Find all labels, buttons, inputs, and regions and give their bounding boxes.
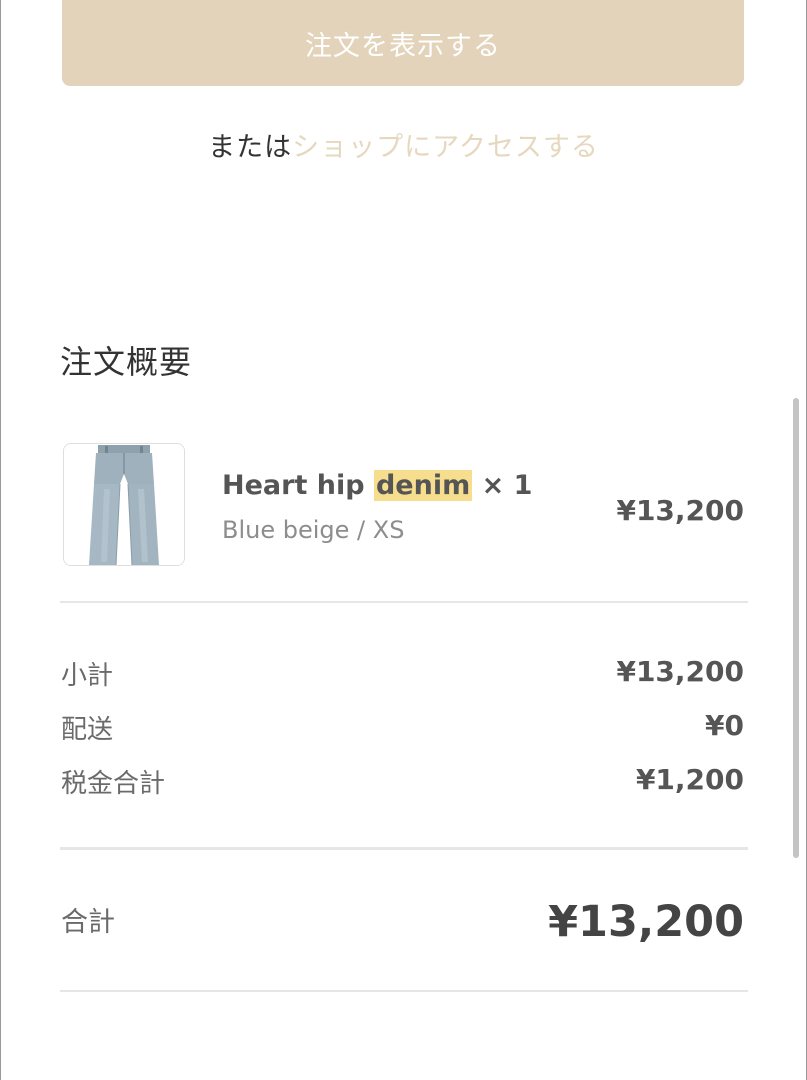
- order-summary-title: 注文概要: [60, 343, 193, 381]
- total-label: 合計: [61, 907, 115, 938]
- product-quantity: × 1: [472, 470, 533, 501]
- divider: [60, 847, 748, 850]
- divider: [60, 601, 748, 603]
- or-text: または: [208, 132, 293, 163]
- product-image: [63, 443, 185, 566]
- product-name-text: Heart hip: [222, 470, 374, 501]
- view-order-label: 注文を表示する: [305, 30, 501, 62]
- scrollbar-thumb[interactable]: [793, 398, 799, 858]
- tax-value: ¥1,200: [635, 763, 744, 796]
- product-name: Heart hip denim × 1: [222, 466, 532, 506]
- shipping-value: ¥0: [705, 709, 744, 742]
- divider: [60, 990, 748, 992]
- subtotal-value: ¥13,200: [616, 655, 744, 688]
- view-order-button[interactable]: 注文を表示する: [62, 0, 744, 86]
- product-name-highlight: denim: [373, 470, 473, 501]
- product-variant: Blue beige / XS: [222, 516, 405, 544]
- subtotal-label: 小計: [61, 661, 114, 691]
- tax-label: 税金合計: [61, 769, 166, 799]
- access-shop-link[interactable]: ショップにアクセスする: [292, 132, 599, 163]
- access-shop-line: またはショップにアクセスする: [0, 128, 807, 168]
- total-value: ¥13,200: [548, 897, 744, 947]
- product-price: ¥13,200: [616, 494, 744, 527]
- denim-jeans-icon: [64, 444, 184, 565]
- shipping-label: 配送: [61, 715, 114, 745]
